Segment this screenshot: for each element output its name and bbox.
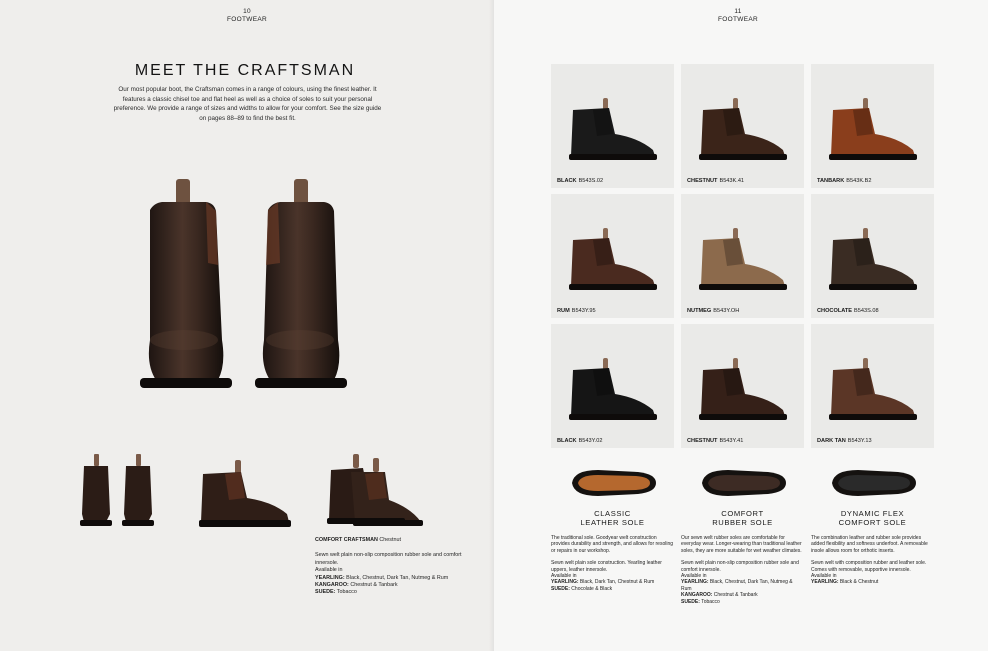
product-caption: COMFORT CRAFTSMAN Chestnut Sewn welt pla… — [315, 537, 465, 597]
left-section-label: FOOTWEAR — [227, 16, 267, 23]
sole-title: COMFORT RUBBER SOLE — [681, 509, 804, 527]
tile-product-code: B543Y.41 — [719, 438, 744, 444]
sole-title-line2: COMFORT SOLE — [838, 518, 907, 528]
sole-desc-main: The traditional sole. Goodyear welt cons… — [551, 535, 674, 554]
right-section-label: FOOTWEAR — [718, 16, 758, 23]
thumbnail-back-view — [80, 454, 154, 526]
tile-product-code: B543S.02 — [578, 178, 604, 184]
sole-desc-main: Our sewn welt rubber soles are comfortab… — [681, 535, 802, 554]
sole-leather-label: SUEDE: — [681, 598, 700, 605]
colour-tile: BLACK B543S.02 — [551, 64, 674, 188]
sole-image — [832, 470, 916, 496]
tile-colour-name: TANBARK — [817, 178, 845, 184]
sole-leather-label: YEARLING: — [811, 579, 839, 586]
sole-leather-label: SUEDE: — [551, 585, 570, 592]
colour-tile: TANBARK B543K.B2 — [811, 64, 934, 188]
tile-product-code: B543Y.OH — [713, 308, 740, 314]
sole-title: DYNAMIC FLEX COMFORT SOLE — [811, 509, 934, 527]
caption-suede-value: Tobacco — [336, 589, 357, 596]
sole-leather-value: Tobacco — [701, 598, 720, 605]
colour-tile: NUTMEG B543Y.OH — [681, 194, 804, 318]
right-page: 11 FOOTWEAR BLACK B543S.02 CHESTNUT B543K.4… — [494, 0, 988, 651]
tile-colour-name: CHESTNUT — [687, 438, 718, 444]
thumbnail-side-view — [199, 460, 291, 527]
sole-desc-construction: Sewn welt with composition rubber and le… — [811, 560, 927, 573]
sole-leather-label: KANGAROO: — [681, 592, 713, 599]
colour-tile: RUM B543Y.95 — [551, 194, 674, 318]
page-title: MEET THE CRAFTSMAN — [134, 62, 356, 79]
tile-product-code: B543S.08 — [854, 308, 879, 314]
caption-description: Sewn welt plain non-slip composition rub… — [315, 552, 462, 566]
sole-title-line1: DYNAMIC FLEX — [840, 509, 905, 518]
left-page: 10 FOOTWEAR MEET THE CRAFTSMAN Our most … — [0, 0, 494, 651]
colour-tile: CHESTNUT B543K.41 — [681, 64, 804, 188]
hero-boot-left — [140, 179, 232, 388]
caption-yearling-value: Black, Chestnut, Dark Tan, Nutmeg & Rum — [346, 574, 449, 581]
sole-desc-main: The combination leather and rubber sole … — [811, 535, 928, 554]
sole-leather-label: YEARLING: — [681, 579, 709, 586]
chelsea-boot-image — [569, 228, 657, 290]
sole-description: The combination leather and rubber sole … — [811, 535, 934, 586]
colour-tile: BLACK B543Y.02 — [551, 324, 674, 448]
tile-product-code: B543K.B2 — [846, 178, 872, 184]
left-folio: 10 FOOTWEAR — [207, 8, 287, 24]
sole-image — [572, 470, 656, 496]
thumbnail-angle-view — [327, 454, 423, 526]
tile-product-code: B543Y.02 — [578, 438, 603, 444]
tile-product-code: B543K.41 — [719, 178, 745, 184]
colour-tile: CHOCOLATE B543S.08 — [811, 194, 934, 318]
colour-tile: CHESTNUT B543Y.41 — [681, 324, 804, 448]
chelsea-boot-image — [829, 98, 917, 160]
sole-title-line1: COMFORT — [721, 509, 764, 518]
hero-boot-right — [255, 179, 347, 388]
hero-boots-image — [140, 179, 347, 388]
caption-yearling-label: YEARLING: — [315, 574, 345, 581]
colour-tile: DARK TAN B543Y.13 — [811, 324, 934, 448]
sole-leather-value: Black, Dark Tan, Chestnut & Rum — [579, 579, 655, 586]
sole-leather-value: Chocolate & Black — [571, 585, 613, 592]
tile-colour-name: NUTMEG — [687, 308, 712, 314]
sole-description: The traditional sole. Goodyear welt cons… — [551, 535, 674, 592]
sole-description: Our sewn welt rubber soles are comfortab… — [681, 535, 804, 605]
sole-title-line1: CLASSIC — [594, 509, 631, 518]
right-folio: 11 FOOTWEAR — [698, 8, 778, 24]
tile-colour-name: BLACK — [557, 438, 577, 444]
tile-product-code: B543Y.13 — [847, 438, 872, 444]
caption-suede-label: SUEDE: — [315, 589, 336, 596]
sole-title-line2: LEATHER SOLE — [580, 518, 645, 528]
chelsea-boot-image — [829, 228, 917, 290]
chelsea-boot-image — [699, 358, 787, 420]
caption-product-colour: Chestnut — [379, 537, 401, 543]
chelsea-boot-image — [699, 228, 787, 290]
chelsea-boot-image — [569, 358, 657, 420]
tile-colour-name: DARK TAN — [817, 438, 846, 444]
sole-image — [702, 470, 786, 496]
sole-desc-construction: Sewn welt plain non-slip composition rub… — [681, 560, 799, 573]
tile-colour-name: BLACK — [557, 178, 577, 184]
caption-available: Available in — [315, 567, 343, 574]
right-page-number: 11 — [734, 8, 742, 15]
left-page-number: 10 — [243, 8, 251, 15]
tile-product-code: B543Y.95 — [571, 308, 596, 314]
caption-product-name: COMFORT CRAFTSMAN — [315, 537, 378, 543]
sole-title-line2: RUBBER SOLE — [712, 518, 773, 528]
tile-colour-name: CHESTNUT — [687, 178, 718, 184]
caption-kangaroo-label: KANGAROO: — [315, 582, 349, 589]
sole-leather-label: YEARLING: — [551, 579, 579, 586]
intro-paragraph: Our most popular boot, the Craftsman com… — [113, 86, 382, 122]
sole-title: CLASSIC LEATHER SOLE — [551, 509, 674, 527]
sole-leather-value: Black & Chestnut — [839, 579, 879, 586]
chelsea-boot-image — [829, 358, 917, 420]
chelsea-boot-image — [569, 98, 657, 160]
sole-leather-value: Chestnut & Tanbark — [713, 592, 758, 599]
chelsea-boot-image — [699, 98, 787, 160]
tile-colour-name: CHOCOLATE — [817, 308, 853, 314]
sole-desc-construction: Sewn welt plain sole construction. Yearl… — [551, 560, 662, 573]
caption-kangaroo-value: Chestnut & Tanbark — [350, 582, 398, 589]
tile-colour-name: RUM — [557, 308, 570, 314]
